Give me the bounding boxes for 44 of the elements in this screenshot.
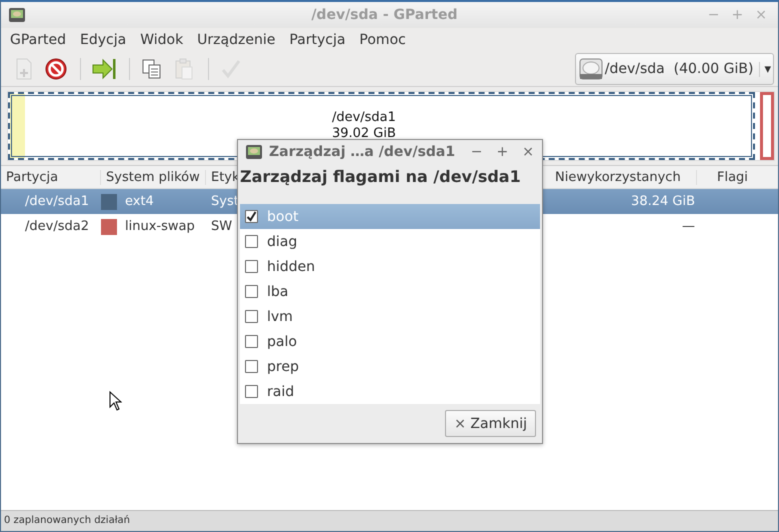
checkbox[interactable] xyxy=(245,385,258,398)
table-cell[interactable]: /dev/sda2 xyxy=(1,219,101,234)
partition-block[interactable] xyxy=(760,92,774,160)
column-header[interactable]: System plików xyxy=(101,170,206,184)
flag-item[interactable]: prep xyxy=(240,354,540,379)
column-header[interactable]: Niewykorzystanych xyxy=(547,170,697,184)
column-header[interactable]: Partycja xyxy=(1,170,101,184)
flag-item[interactable]: lba xyxy=(240,279,540,304)
column-header[interactable]: Flagi xyxy=(697,170,778,184)
checkbox[interactable] xyxy=(245,285,258,298)
checkbox[interactable] xyxy=(245,260,258,273)
menu-item[interactable]: Urządzenie xyxy=(189,30,284,50)
checkbox[interactable] xyxy=(245,360,258,373)
table-cell: 38.24 GiB xyxy=(541,189,697,214)
mouse-pointer-icon xyxy=(109,391,122,411)
checkbox[interactable] xyxy=(245,335,258,348)
flag-item[interactable]: hidden xyxy=(240,254,540,279)
menu-item[interactable]: Widok xyxy=(132,30,192,50)
checkbox[interactable] xyxy=(245,210,258,223)
flag-item[interactable]: raid xyxy=(240,379,540,404)
device-selector[interactable]: /dev/sda (40.00 GiB) ▾ xyxy=(574,53,774,85)
window-control-button[interactable]: × xyxy=(518,144,538,160)
dialog-title: Zarządzaj …a /dev/sda1 xyxy=(269,144,456,160)
close-button[interactable]: × Zamknij xyxy=(445,410,536,437)
filesystem-text: linux-swap xyxy=(125,219,195,234)
window-control-button[interactable]: + xyxy=(492,144,512,160)
window-title: /dev/sda - GParted xyxy=(311,7,458,23)
partition-size: 39.02 GiB xyxy=(332,126,396,142)
checkbox[interactable] xyxy=(245,310,258,323)
dialog-heading: Zarządzaj flagami na /dev/sda1 xyxy=(239,166,522,188)
flag-item[interactable]: diag xyxy=(240,229,540,254)
flag-item[interactable]: palo xyxy=(240,329,540,354)
table-cell-text: — xyxy=(681,219,696,234)
window-control-button[interactable]: − xyxy=(466,144,487,160)
filesystem-text: ext4 xyxy=(125,194,154,209)
menu-item[interactable]: Partycja xyxy=(281,30,354,50)
partition-name: /dev/sda1 xyxy=(332,110,396,126)
table-cell-text: SW xyxy=(210,219,234,234)
menu-item[interactable]: Edycja xyxy=(72,30,134,50)
menu-item[interactable]: GParted xyxy=(2,30,74,50)
checkbox[interactable] xyxy=(245,235,258,248)
status-bar: 0 zaplanowanych działań xyxy=(1,510,778,531)
flag-item[interactable]: lvm xyxy=(240,304,540,329)
menu-item[interactable]: Pomoc xyxy=(351,30,414,50)
